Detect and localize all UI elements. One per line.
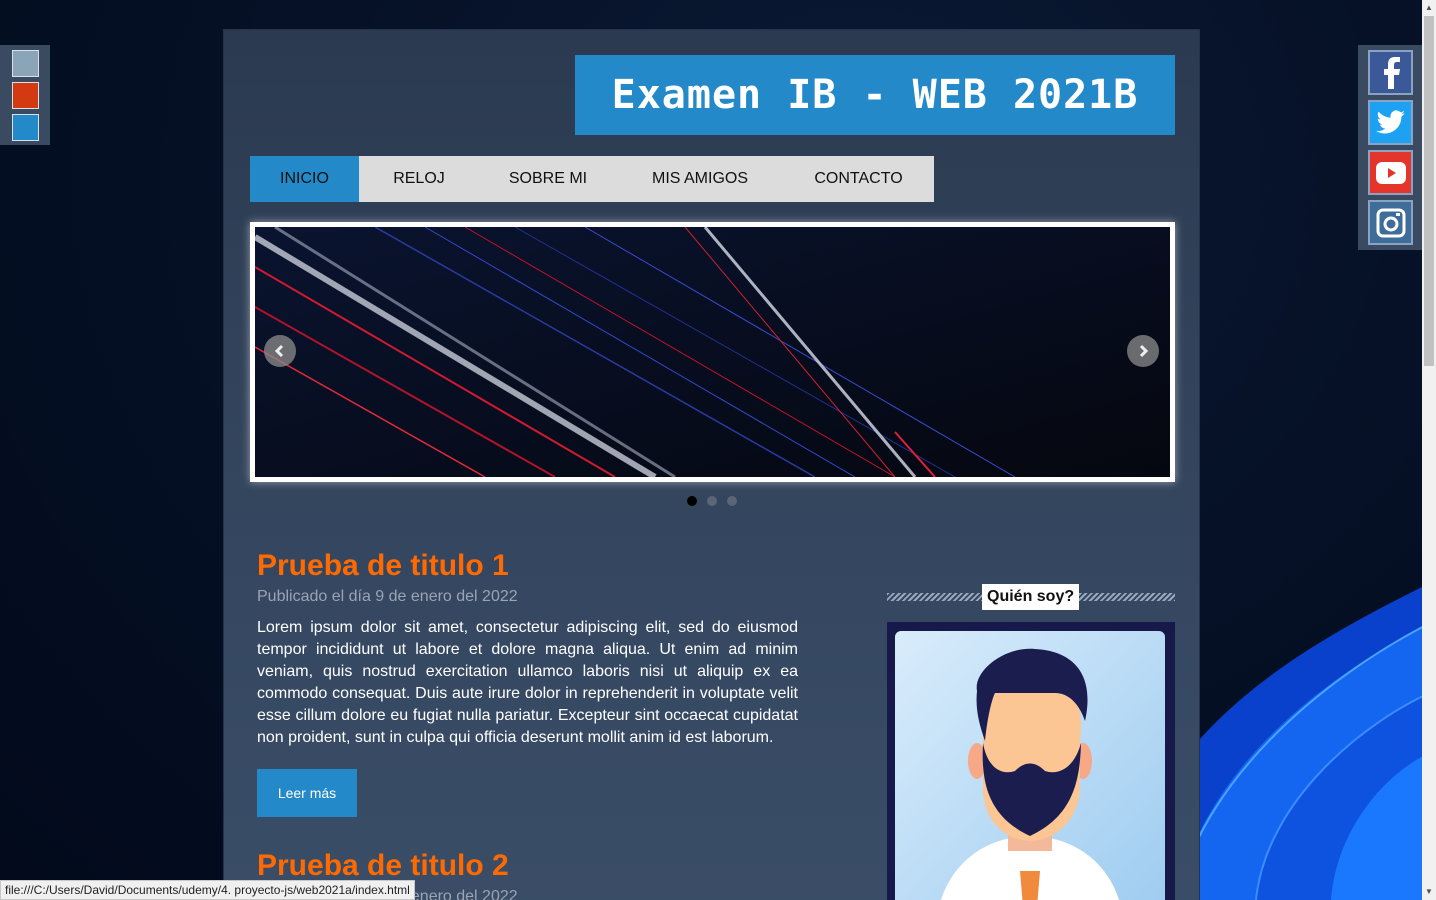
theme-swatch-gray[interactable] — [12, 50, 39, 77]
page-scrollbar[interactable]: ▲ ▼ — [1422, 0, 1436, 900]
sidebar-title: Quién soy? — [982, 584, 1080, 610]
scroll-down-arrow-icon[interactable]: ▼ — [1422, 884, 1436, 900]
nav-item-mis-amigos[interactable]: MIS AMIGOS — [617, 156, 783, 202]
slider-prev-button[interactable] — [264, 335, 296, 367]
nav-item-contacto[interactable]: CONTACTO — [783, 156, 934, 202]
chevron-left-icon — [274, 344, 284, 358]
nav-item-inicio[interactable]: INICIO — [250, 156, 359, 202]
facebook-link[interactable] — [1368, 50, 1413, 95]
slider-dot-2[interactable] — [707, 496, 717, 506]
instagram-link[interactable] — [1368, 200, 1413, 245]
instagram-icon — [1376, 208, 1405, 237]
slider-next-button[interactable] — [1127, 335, 1159, 367]
scroll-up-arrow-icon[interactable]: ▲ — [1422, 0, 1436, 16]
main-nav: INICIO RELOJ SOBRE MI MIS AMIGOS CONTACT… — [250, 156, 934, 202]
theme-switcher — [0, 45, 50, 145]
youtube-link[interactable] — [1368, 150, 1413, 195]
facebook-icon — [1383, 56, 1400, 89]
slider-dot-3[interactable] — [727, 496, 737, 506]
youtube-icon — [1375, 161, 1406, 184]
chevron-right-icon — [1139, 344, 1149, 358]
sidebar-heading: Quién soy? — [887, 584, 1175, 610]
browser-status-bar: file:///C:/Users/David/Documents/udemy/4… — [0, 880, 415, 900]
theme-swatch-red[interactable] — [12, 82, 39, 109]
slide-image — [255, 227, 1170, 477]
social-bar — [1358, 45, 1423, 250]
post-title[interactable]: Prueba de titulo 2 — [257, 848, 798, 884]
post-body: Lorem ipsum dolor sit amet, consectetur … — [257, 619, 798, 746]
image-slider[interactable] — [250, 222, 1175, 482]
slider-pager — [687, 496, 737, 506]
twitter-link[interactable] — [1368, 100, 1413, 145]
post-1: Prueba de titulo 1 Publicado el día 9 de… — [257, 548, 798, 817]
about-card — [887, 622, 1175, 900]
post-title[interactable]: Prueba de titulo 1 — [257, 548, 798, 584]
nav-item-reloj[interactable]: RELOJ — [359, 156, 479, 202]
scroll-thumb[interactable] — [1424, 16, 1434, 366]
slider-dot-1[interactable] — [687, 496, 697, 506]
avatar — [895, 631, 1165, 900]
read-more-button[interactable]: Leer más — [257, 769, 357, 817]
twitter-icon — [1375, 109, 1405, 134]
nav-item-sobre-mi[interactable]: SOBRE MI — [479, 156, 617, 202]
site-title[interactable]: Examen IB - WEB 2021B — [575, 55, 1175, 135]
main-container: Examen IB - WEB 2021B INICIO RELOJ SOBRE… — [223, 29, 1200, 900]
theme-swatch-blue[interactable] — [12, 114, 39, 141]
post-date: Publicado el día 9 de enero del 2022 — [257, 588, 518, 605]
